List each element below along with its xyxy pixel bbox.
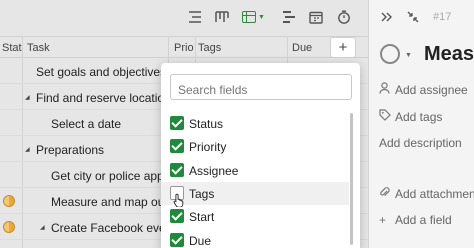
search-fields-input[interactable] <box>170 74 352 100</box>
dropdown-scrollbar[interactable] <box>350 113 353 245</box>
field-label: Assignee <box>189 164 239 178</box>
grid-view-icon[interactable]: ▼ <box>242 8 270 26</box>
paperclip-icon <box>379 186 395 201</box>
board-icon[interactable] <box>213 9 231 25</box>
column-header-tags[interactable]: Tags <box>198 42 221 54</box>
field-option-status[interactable]: Status <box>161 112 349 135</box>
checkbox-checked[interactable] <box>170 163 184 177</box>
chevron-down-icon[interactable]: ▼ <box>405 52 412 59</box>
add-column-button[interactable]: + <box>330 37 356 58</box>
gantt-icon[interactable] <box>280 9 298 25</box>
field-label: Status <box>189 117 224 131</box>
timer-icon[interactable] <box>335 9 353 25</box>
task-title[interactable]: Measu <box>424 43 474 66</box>
task-name[interactable]: Select a date <box>51 117 121 131</box>
add-assignee-button[interactable]: Add assignee <box>379 82 468 97</box>
plus-icon: + <box>379 213 387 227</box>
tag-icon <box>379 109 395 124</box>
add-description-label: Add description <box>379 136 462 150</box>
field-label: Due <box>189 234 212 248</box>
task-name[interactable]: Find and reserve location <box>36 91 171 105</box>
checkbox-checked[interactable] <box>170 233 184 247</box>
status-circle-icon[interactable] <box>380 44 400 64</box>
user-icon <box>379 82 395 97</box>
add-description-button[interactable]: Add description <box>379 136 462 150</box>
checkbox-checked[interactable] <box>170 139 184 153</box>
avatar[interactable] <box>3 221 15 233</box>
table-header: Stat Task Prior Tags Due <box>0 36 368 58</box>
expand-caret-icon[interactable]: ◢ <box>25 146 30 153</box>
fields-dropdown: Status Priority Assignee Tags Start Due <box>161 63 360 248</box>
field-option-start[interactable]: Start <box>161 205 349 228</box>
column-header-status[interactable]: Stat <box>2 42 22 54</box>
add-assignee-label: Add assignee <box>395 83 468 97</box>
checkbox-checked[interactable] <box>170 116 184 130</box>
add-field-button[interactable]: + Add a field <box>379 213 452 227</box>
add-attachment-label: Add attachmen <box>395 187 474 201</box>
column-header-task[interactable]: Task <box>27 42 50 54</box>
task-name[interactable]: Measure and map out t <box>51 195 174 209</box>
field-option-tags[interactable]: Tags <box>161 182 349 207</box>
field-label: Start <box>189 210 215 224</box>
field-option-priority[interactable]: Priority <box>161 135 349 158</box>
task-name[interactable]: Set goals and objectives <box>36 65 166 79</box>
avatar[interactable] <box>3 195 15 207</box>
add-tags-button[interactable]: Add tags <box>379 109 442 124</box>
list-icon[interactable] <box>186 9 204 25</box>
expand-caret-icon[interactable]: ◢ <box>40 224 45 231</box>
task-detail-pane: #17 ▼ Measu Add assignee Add tags Add de… <box>368 0 474 248</box>
chevron-right-double-icon[interactable] <box>381 11 392 25</box>
calendar-icon[interactable] <box>307 9 325 25</box>
task-name[interactable]: Preparations <box>36 143 104 157</box>
field-option-assignee[interactable]: Assignee <box>161 159 349 182</box>
add-field-label: Add a field <box>395 213 452 227</box>
add-tags-label: Add tags <box>395 110 443 124</box>
field-label: Tags <box>189 187 215 201</box>
task-id: #17 <box>433 11 452 23</box>
expand-caret-icon[interactable]: ◢ <box>25 94 30 101</box>
column-header-due[interactable]: Due <box>292 42 312 54</box>
collapse-arrows-icon[interactable] <box>407 11 419 26</box>
field-label: Priority <box>189 140 227 154</box>
column-header-priority[interactable]: Prior <box>174 42 194 54</box>
checkbox-checked[interactable] <box>170 209 184 223</box>
add-attachment-button[interactable]: Add attachmen <box>379 186 474 201</box>
field-option-due[interactable]: Due <box>161 229 349 248</box>
view-toolbar: ▼ <box>0 0 368 34</box>
task-name[interactable]: Create Facebook even <box>51 221 172 235</box>
task-name[interactable]: Get city or police appro <box>51 169 174 183</box>
